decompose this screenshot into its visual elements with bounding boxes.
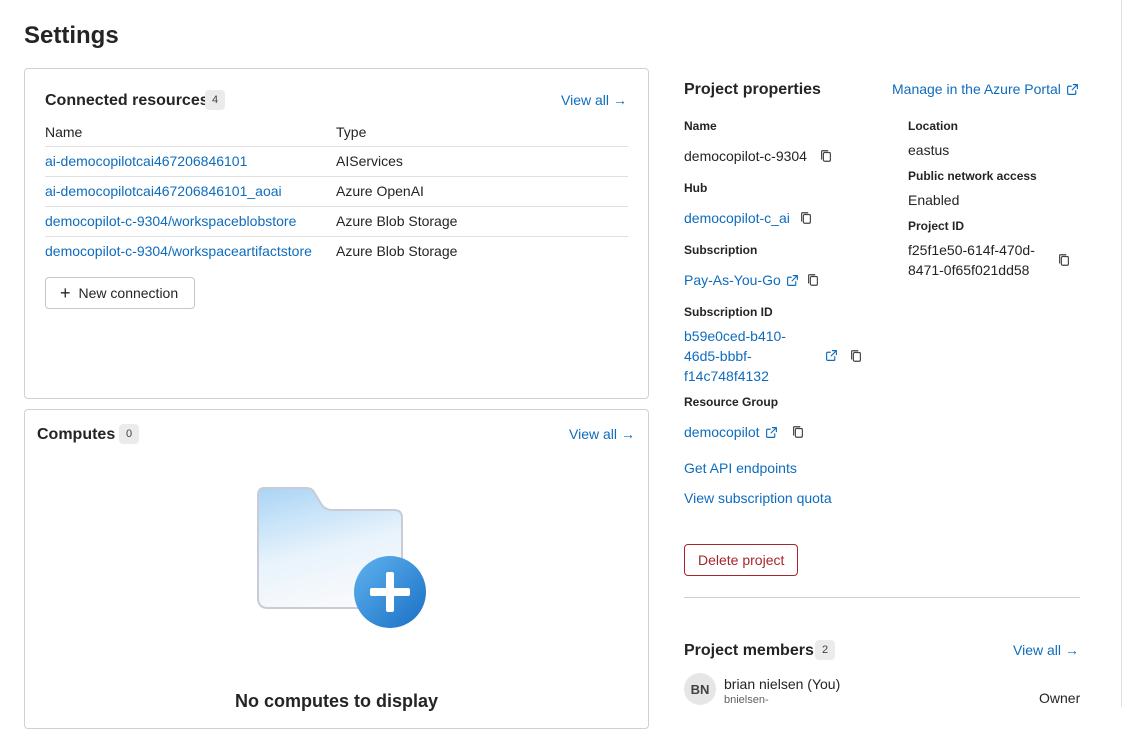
get-api-endpoints-link[interactable]: Get API endpoints [684,460,797,476]
resource-group-label: Resource Group [684,395,779,409]
resource-group-link[interactable]: democopilot [684,424,778,440]
delete-project-button[interactable]: Delete project [684,544,799,576]
name-label: Name [684,119,717,133]
resource-type: Azure OpenAI [336,183,424,199]
public-network-value: Enabled [908,192,960,208]
arrow-right-icon: → [1065,642,1079,658]
new-connection-label: New connection [78,285,179,301]
location-value: eastus [908,142,950,158]
arrow-right-icon: → [621,426,635,442]
resource-name-link[interactable]: democopilot-c-9304/workspaceblobstore [45,213,296,229]
project-members-count-badge: 2 [815,640,835,660]
page-right-border [1121,0,1122,707]
avatar: BN [684,673,716,705]
resource-group-value: democopilot [684,424,760,440]
page-title: Settings [24,22,119,49]
copy-icon[interactable] [791,425,805,439]
view-subscription-quota-link[interactable]: View subscription quota [684,490,832,506]
subscription-id-line-3[interactable]: f14c748f4132 [684,368,769,384]
project-members-title: Project members [684,642,814,659]
resource-type: Azure Blob Storage [336,213,458,229]
public-network-label: Public network access [908,169,1037,183]
resource-name-link[interactable]: ai-democopilotcai467206846101_aoai [45,183,282,199]
arrow-right-icon: → [613,92,627,108]
project-members-view-all-link[interactable]: View all → [1013,642,1079,658]
empty-state-message: No computes to display [234,691,439,711]
project-id-line-2: 8471-0f65f021dd58 [908,262,1030,278]
project-id-label: Project ID [908,219,965,233]
resource-type: Azure Blob Storage [336,243,458,259]
subscription-id-label: Subscription ID [684,305,773,319]
subscription-value: Pay-As-You-Go [684,272,781,288]
computes-count-badge: 0 [119,424,139,444]
view-all-label: View all [1013,642,1061,658]
subscription-id-line-1[interactable]: b59e0ced-b410- [684,328,786,344]
computes-title: Computes [37,426,116,443]
view-all-label: View all [569,426,617,442]
computes-view-all-link[interactable]: View all → [569,426,635,442]
table-row: democopilot-c-9304/workspaceblobstore Az… [45,206,628,236]
connected-resources-card: Connected resources 4 View all → Name Typ… [24,68,649,399]
view-all-label: View all [561,92,609,108]
manage-azure-portal-link[interactable]: Manage in the Azure Portal [892,81,1079,97]
manage-azure-portal-label: Manage in the Azure Portal [892,81,1061,97]
project-properties-title: Project properties [684,81,821,98]
copy-icon[interactable] [849,349,863,363]
copy-icon[interactable] [806,273,820,287]
resource-name-link[interactable]: ai-democopilotcai467206846101 [45,153,247,169]
divider [684,597,1080,598]
connected-resources-view-all-link[interactable]: View all → [561,92,627,108]
column-header-name: Name [45,124,83,140]
project-id-line-1: f25f1e50-614f-470d- [908,242,1035,258]
table-row: ai-democopilotcai467206846101_aoai Azure… [45,176,628,206]
project-name-value: democopilot-c-9304 [684,148,807,164]
subscription-label: Subscription [684,243,758,257]
copy-icon[interactable] [799,211,813,225]
subscription-id-line-2[interactable]: 46d5-bbbf- [684,348,752,364]
column-header-type: Type [336,124,367,140]
location-label: Location [908,119,958,133]
copy-icon[interactable] [819,149,833,163]
add-icon: + [60,283,71,303]
new-connection-button[interactable]: + New connection [45,277,196,309]
open-external-icon [765,427,777,438]
connected-resources-title: Connected resources [45,92,209,109]
connected-resources-count-badge: 4 [205,90,225,110]
computes-card: Computes 0 View all → No computes to disp… [24,409,649,729]
member-role: Owner [1039,690,1081,706]
hub-label: Hub [684,181,708,195]
table-row: democopilot-c-9304/workspaceartifactstor… [45,236,628,266]
resource-type: AIServices [336,153,403,169]
hub-link[interactable]: democopilot-c_ai [684,210,790,226]
table-row: ai-democopilotcai467206846101 AIServices [45,146,628,176]
open-external-icon [1066,84,1078,95]
resource-name-link[interactable]: democopilot-c-9304/workspaceartifactstor… [45,243,312,259]
folder-add-illustration [257,487,426,628]
subscription-link[interactable]: Pay-As-You-Go [684,272,799,288]
member-subtext: bnielsen- [724,694,769,706]
open-external-icon [786,275,798,286]
member-name: brian nielsen (You) [724,676,841,692]
copy-icon[interactable] [1057,253,1071,267]
open-external-icon[interactable] [825,349,838,362]
